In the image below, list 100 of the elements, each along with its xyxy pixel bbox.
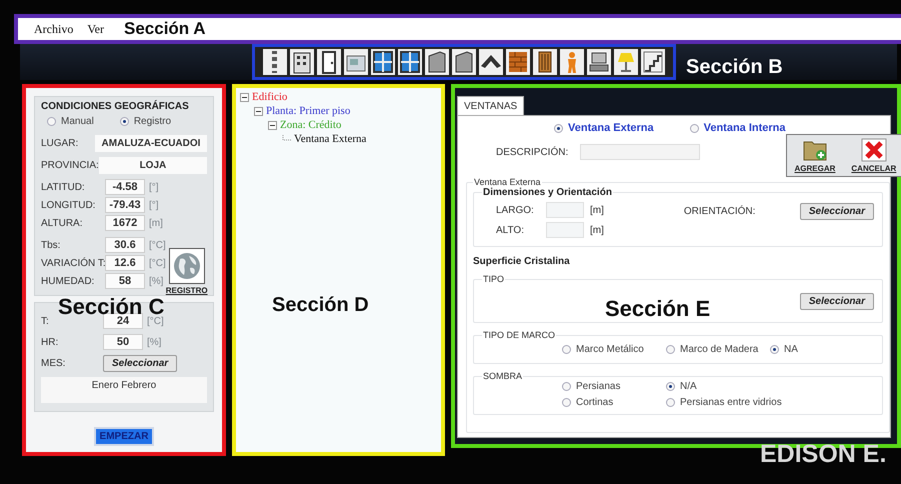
collapse-icon[interactable] xyxy=(268,120,277,130)
input-field[interactable]: 30.6 xyxy=(105,237,145,253)
tree-item[interactable]: Ventana Externa xyxy=(294,133,366,145)
unit-label: [°C] xyxy=(149,258,166,268)
wooden-door-icon[interactable] xyxy=(533,49,557,75)
section-label: Sección D xyxy=(272,294,369,317)
radio-button[interactable] xyxy=(666,382,675,391)
field-label: LUGAR: xyxy=(41,138,78,149)
menu-item[interactable]: Archivo xyxy=(34,22,74,36)
unit-label: [°C] xyxy=(149,240,166,250)
register-link[interactable]: REGISTRO xyxy=(166,286,208,295)
unit-label: [m] xyxy=(590,224,604,236)
group-title: Superficie Cristalina xyxy=(473,256,571,267)
radio-button[interactable] xyxy=(562,345,571,354)
unit-label: [°] xyxy=(149,200,159,210)
unit-label: [m] xyxy=(149,218,163,228)
radio-button[interactable] xyxy=(770,345,779,354)
radio-label: N/A xyxy=(680,381,697,392)
unit-label: [°] xyxy=(149,182,159,192)
collapse-icon[interactable] xyxy=(254,106,263,116)
select-button[interactable]: Seleccionar xyxy=(800,292,874,310)
group-title: SOMBRA xyxy=(482,371,524,381)
field-label: ORIENTACIÓN: xyxy=(684,206,756,216)
wall-icon[interactable] xyxy=(425,49,449,75)
roof-icon[interactable] xyxy=(479,49,503,75)
input-field[interactable] xyxy=(546,202,584,218)
close-icon xyxy=(860,138,887,162)
field-label: HR: xyxy=(41,336,60,348)
window-icon[interactable] xyxy=(398,49,422,75)
pole-icon[interactable] xyxy=(263,49,287,75)
radio-label: Ventana Interna xyxy=(704,122,786,134)
unit-label: [%] xyxy=(149,276,164,286)
group-title: Dimensiones y Orientación xyxy=(482,187,613,198)
radio-button[interactable] xyxy=(666,345,675,354)
window-icon[interactable] xyxy=(371,49,395,75)
field-label: ALTO: xyxy=(495,224,525,236)
field-label: DESCRIPCIÓN: xyxy=(496,146,568,158)
globe-button[interactable] xyxy=(168,248,205,284)
input-field[interactable]: 58 xyxy=(105,273,145,289)
unit-label: [°C] xyxy=(147,316,164,326)
radio-label: Marco Metálico xyxy=(576,344,644,355)
brick-wall-icon[interactable] xyxy=(506,49,530,75)
radio-label: Persianas xyxy=(576,381,620,392)
field-label: MES: xyxy=(41,358,66,369)
radio-button[interactable] xyxy=(690,124,699,132)
input-field[interactable]: AMALUZA-ECUADOI xyxy=(95,135,207,152)
field-label: PROVINCIA: xyxy=(41,160,99,171)
input-field[interactable]: 12.6 xyxy=(105,255,145,271)
radio-button[interactable] xyxy=(554,124,563,132)
radio-label: Ventana Externa xyxy=(568,122,654,134)
input-field[interactable]: 24 xyxy=(103,313,143,329)
door-icon[interactable] xyxy=(317,49,341,75)
lamp-icon[interactable] xyxy=(614,49,638,75)
radio-label: Registro xyxy=(134,116,172,127)
input-field[interactable]: 50 xyxy=(103,334,143,350)
credit-text: EDISON E. xyxy=(760,440,886,469)
input-field[interactable]: -4.58 xyxy=(105,179,145,195)
group-title: TIPO DE MARCO xyxy=(482,330,556,340)
select-button[interactable]: Seleccionar xyxy=(800,202,874,220)
radio-button[interactable] xyxy=(562,382,571,391)
stairs-icon[interactable] xyxy=(641,49,665,75)
input-field[interactable]: 1672 xyxy=(105,215,145,231)
menu-item[interactable]: Ver xyxy=(87,22,104,36)
field-label: HUMEDAD: xyxy=(41,276,96,286)
radio-button[interactable] xyxy=(666,398,675,407)
input-field[interactable]: LOJA xyxy=(98,157,207,174)
group-title: TIPO xyxy=(482,274,506,284)
section-label: Sección B xyxy=(686,56,783,78)
wall-icon[interactable] xyxy=(452,49,476,75)
select-button[interactable]: Seleccionar xyxy=(103,355,178,372)
radio-button[interactable] xyxy=(47,117,56,126)
tree-item[interactable]: Edificio xyxy=(252,91,288,103)
appliance-icon[interactable] xyxy=(344,49,368,75)
tab[interactable]: VENTANAS xyxy=(457,96,524,115)
field-label: LARGO: xyxy=(495,204,535,216)
input-field[interactable] xyxy=(580,144,700,160)
field-label: T: xyxy=(41,316,50,326)
input-field[interactable]: -79.43 xyxy=(105,197,145,213)
field-label: LATITUD: xyxy=(41,182,86,192)
field-label: ALTURA: xyxy=(41,218,84,228)
computer-icon[interactable] xyxy=(587,49,611,75)
radio-label: Manual xyxy=(61,116,94,127)
building-icon[interactable] xyxy=(290,49,314,75)
input-field[interactable] xyxy=(546,222,584,238)
field-label: VARIACIÓN T: xyxy=(41,258,105,268)
cancel-button[interactable]: CANCELAR xyxy=(847,138,900,173)
radio-button[interactable] xyxy=(120,117,129,126)
radio-label: NA xyxy=(784,344,798,355)
tree-item[interactable]: Planta: Primer piso xyxy=(266,105,350,117)
months-list: Enero Febrero xyxy=(41,377,207,403)
unit-label: [%] xyxy=(147,336,162,348)
add-button[interactable]: AGREGAR xyxy=(790,138,840,173)
unit-label: [m] xyxy=(590,204,604,216)
collapse-icon[interactable] xyxy=(240,92,249,102)
section-label: Sección E xyxy=(605,296,710,322)
field-label: Tbs: xyxy=(41,240,62,250)
tree-connector xyxy=(282,134,291,144)
radio-label: Marco de Madera xyxy=(680,344,758,355)
section-label: Sección A xyxy=(124,19,206,39)
radio-button[interactable] xyxy=(562,398,571,407)
